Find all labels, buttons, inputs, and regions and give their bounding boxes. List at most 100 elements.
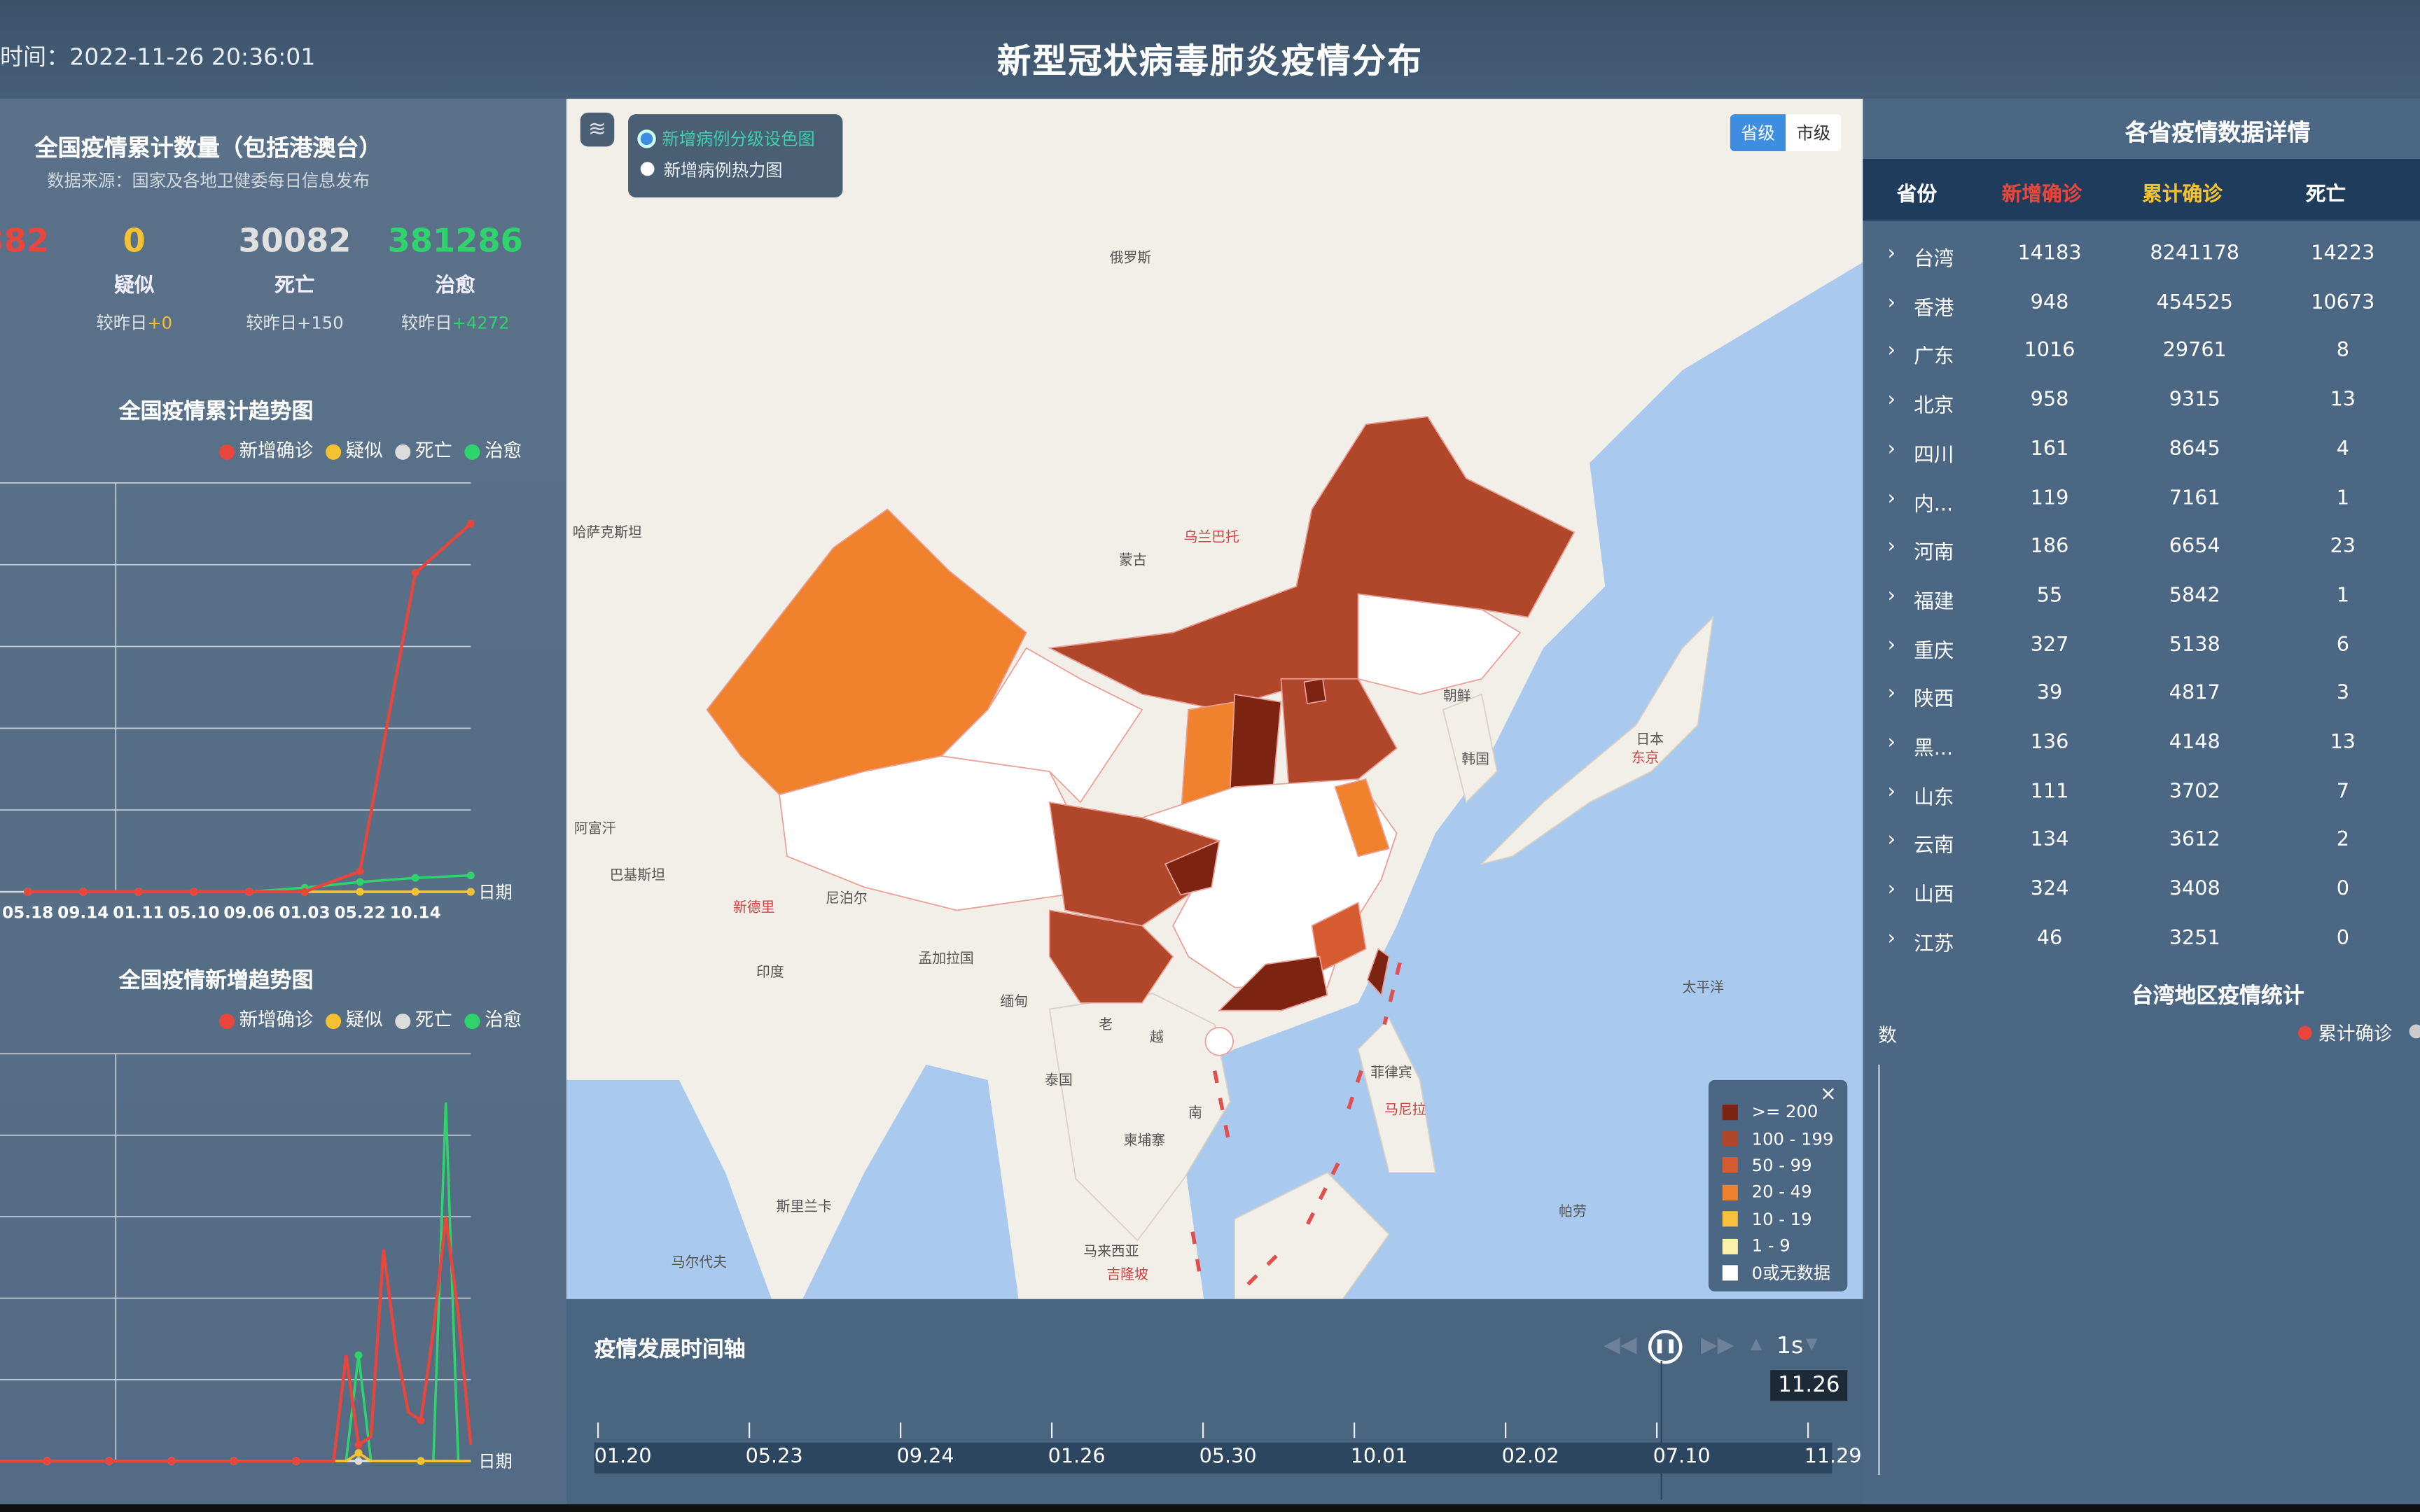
data-point[interactable] xyxy=(356,888,364,896)
data-point[interactable] xyxy=(354,1449,363,1457)
data-point[interactable] xyxy=(105,1457,113,1465)
data-point[interactable] xyxy=(411,874,419,882)
data-point[interactable] xyxy=(167,1457,176,1465)
data-point[interactable] xyxy=(354,1441,363,1449)
timeline-tick-label[interactable]: 01.26 xyxy=(1048,1446,1106,1469)
data-point[interactable] xyxy=(411,568,419,577)
radio-unselected[interactable] xyxy=(640,162,655,176)
table-row[interactable]: › 黑... 136 4148 13 xyxy=(1863,720,2420,766)
series-line-治愈[interactable] xyxy=(0,1102,471,1463)
timeline-tick-label[interactable]: 02.02 xyxy=(1502,1446,1559,1469)
timeline-tick-label[interactable]: 11.29 xyxy=(1804,1446,1862,1469)
table-row[interactable]: › 内... 119 7161 1 xyxy=(1863,476,2420,522)
table-row[interactable]: › 江苏 46 3251 0 xyxy=(1863,916,2420,962)
legend-item-suspected[interactable]: 疑似 xyxy=(326,1006,383,1032)
chevron-right-icon[interactable]: › xyxy=(1888,389,1896,412)
table-row[interactable]: › 河南 186 6654 23 xyxy=(1863,525,2420,571)
legend-item[interactable]: >= 200 xyxy=(1722,1098,1834,1125)
legend-item[interactable]: 20 - 49 xyxy=(1722,1179,1834,1205)
chevron-right-icon[interactable]: › xyxy=(1888,634,1896,657)
data-point[interactable] xyxy=(230,1457,238,1465)
data-point[interactable] xyxy=(24,888,32,896)
series-line-新增确诊[interactable] xyxy=(27,522,472,894)
chevron-right-icon[interactable]: › xyxy=(1888,340,1896,363)
table-row[interactable]: › 广东 1016 29761 8 xyxy=(1863,329,2420,375)
data-point[interactable] xyxy=(292,1457,300,1465)
data-point[interactable] xyxy=(356,878,364,886)
cell-death: 7 xyxy=(2336,780,2349,804)
speed-up-icon[interactable]: ▲ xyxy=(1750,1336,1762,1353)
toggle-province[interactable]: 省级 xyxy=(1730,114,1786,152)
radio-selected[interactable] xyxy=(640,132,653,146)
map-canvas[interactable]: 俄罗斯 蒙古 乌兰巴托 哈萨克斯坦 朝鲜 韩国 日本 东京 印度 尼泊尔 缅甸 … xyxy=(566,99,1863,1299)
chevron-right-icon[interactable]: › xyxy=(1888,732,1896,755)
layer-option-choropleth[interactable]: 新增病例分级设色图 xyxy=(640,127,815,151)
data-point[interactable] xyxy=(134,888,143,896)
chevron-right-icon[interactable]: › xyxy=(1888,829,1896,852)
chevron-right-icon[interactable]: › xyxy=(1888,242,1896,265)
chevron-right-icon[interactable]: › xyxy=(1888,291,1896,314)
legend-item-cured[interactable]: 治愈 xyxy=(464,1006,522,1032)
china-map[interactable]: 俄罗斯 蒙古 乌兰巴托 哈萨克斯坦 朝鲜 韩国 日本 东京 印度 尼泊尔 缅甸 … xyxy=(566,99,1863,1299)
chevron-right-icon[interactable]: › xyxy=(1888,682,1896,706)
layer-option-heatmap[interactable]: 新增病例热力图 xyxy=(640,158,782,182)
legend-item[interactable]: 10 - 19 xyxy=(1722,1206,1834,1233)
data-point[interactable] xyxy=(190,888,198,896)
prev-button[interactable]: ◀◀ xyxy=(1604,1333,1636,1357)
table-row[interactable]: › 台湾 14183 8241178 14223 xyxy=(1863,232,2420,278)
data-point[interactable] xyxy=(354,1351,363,1359)
timeline-tick-label[interactable]: 05.30 xyxy=(1199,1446,1257,1469)
data-point[interactable] xyxy=(466,888,475,896)
data-point[interactable] xyxy=(417,1416,425,1424)
data-point[interactable] xyxy=(354,1457,363,1465)
legend-item[interactable]: 100 - 199 xyxy=(1722,1126,1833,1152)
data-point[interactable] xyxy=(466,872,475,880)
next-button[interactable]: ▶▶ xyxy=(1701,1333,1734,1357)
data-point[interactable] xyxy=(356,867,364,876)
chevron-right-icon[interactable]: › xyxy=(1888,927,1896,950)
timeline-tick-label[interactable]: 05.23 xyxy=(746,1446,803,1469)
data-point[interactable] xyxy=(411,888,419,896)
data-point[interactable] xyxy=(43,1457,51,1465)
legend-item[interactable]: 50 - 99 xyxy=(1722,1152,1834,1179)
chevron-right-icon[interactable]: › xyxy=(1888,584,1896,608)
data-point[interactable] xyxy=(245,888,253,896)
pause-button[interactable]: ❚❚ xyxy=(1648,1329,1683,1364)
series-line-新增确诊[interactable] xyxy=(0,1216,473,1463)
layers-icon[interactable]: ≋ xyxy=(580,112,615,147)
chevron-right-icon[interactable]: › xyxy=(1888,536,1896,559)
table-row[interactable]: › 山西 324 3408 0 xyxy=(1863,867,2420,913)
legend-item[interactable]: 1 - 9 xyxy=(1722,1233,1834,1259)
table-row[interactable]: › 福建 55 5842 1 xyxy=(1863,574,2420,620)
table-row[interactable]: › 陕西 39 4817 3 xyxy=(1863,671,2420,718)
data-point[interactable] xyxy=(300,888,309,896)
header-death[interactable]: 死亡 xyxy=(2248,177,2402,206)
legend-item-death[interactable]: 死亡 xyxy=(395,1006,452,1032)
chevron-right-icon[interactable]: › xyxy=(1888,486,1896,510)
speed-down-icon[interactable]: ▼ xyxy=(1806,1336,1818,1353)
cell-total-confirmed: 454525 xyxy=(2156,290,2233,314)
table-row[interactable]: › 重庆 327 5138 6 xyxy=(1863,623,2420,669)
timeline-tick-label[interactable]: 09.24 xyxy=(897,1446,954,1469)
toggle-city[interactable]: 市级 xyxy=(1786,114,1842,152)
legend-item[interactable]: 0或无数据 xyxy=(1722,1259,1834,1286)
table-row[interactable]: › 四川 161 8645 4 xyxy=(1863,427,2420,473)
chevron-right-icon[interactable]: › xyxy=(1888,878,1896,901)
table-row[interactable]: › 云南 134 3612 2 xyxy=(1863,818,2420,864)
table-row[interactable]: › 香港 948 454525 10673 xyxy=(1863,280,2420,326)
header-new-confirmed[interactable]: 新增确诊 xyxy=(1965,177,2119,206)
table-row[interactable]: › 北京 958 9315 13 xyxy=(1863,378,2420,424)
data-point[interactable] xyxy=(466,519,475,528)
legend-dot[interactable] xyxy=(2409,1024,2420,1039)
chevron-right-icon[interactable]: › xyxy=(1888,438,1896,461)
data-point[interactable] xyxy=(79,888,88,896)
timeline-tick-label[interactable]: 07.10 xyxy=(1653,1446,1711,1469)
chevron-right-icon[interactable]: › xyxy=(1888,780,1896,804)
timeline-tick-label[interactable]: 10.01 xyxy=(1351,1446,1408,1469)
taiwan-legend-confirmed[interactable]: 累计确诊 xyxy=(2297,1020,2392,1046)
table-row[interactable]: › 山东 111 3702 7 xyxy=(1863,769,2420,816)
timeline-tick-label[interactable]: 01.20 xyxy=(594,1446,652,1469)
header-total-confirmed[interactable]: 累计确诊 xyxy=(2105,177,2259,206)
data-point[interactable] xyxy=(417,1457,425,1465)
legend-item-confirmed[interactable]: 新增确诊 xyxy=(218,1006,313,1032)
